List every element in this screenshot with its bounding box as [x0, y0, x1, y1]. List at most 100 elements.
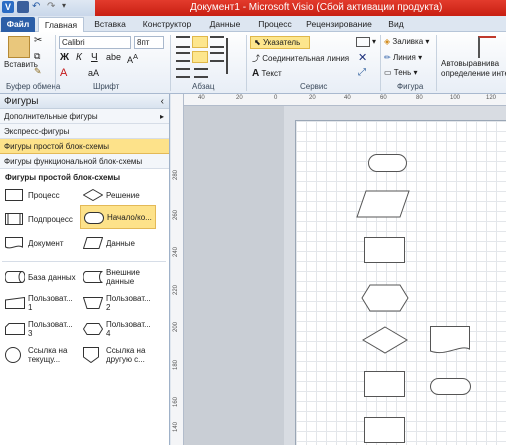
- shape-label: Документ: [28, 239, 64, 248]
- shape-label-line-2: другую с...: [106, 355, 145, 364]
- strikethrough-icon[interactable]: abe: [106, 52, 121, 62]
- auto-align-label-2[interactable]: определение инте: [441, 69, 506, 78]
- ribbon: Вставить ✂ ⧉ ✎ Буфер обмена Calibri 8пт …: [0, 32, 506, 94]
- line-button[interactable]: ✏ Линия ▾: [384, 53, 422, 62]
- shape-custom-2[interactable]: Пользоват... 2: [80, 293, 160, 317]
- shape-database[interactable]: База данных: [2, 267, 82, 291]
- shape-label-line-1: Пользоват...: [106, 294, 151, 303]
- bullets-icon[interactable]: [176, 68, 190, 78]
- align-right-top-icon[interactable]: [210, 36, 224, 48]
- rectangle-tool-icon[interactable]: [356, 37, 370, 47]
- shape-label: Ссылка на текущу...: [28, 346, 67, 364]
- auto-align-label-1[interactable]: Автовыравнива: [441, 59, 499, 68]
- shape-label: Решение: [106, 191, 140, 200]
- shape-label: Внешние данные: [106, 268, 140, 286]
- hruler-tick: 120: [486, 95, 497, 101]
- font-size-box[interactable]: 8пт: [134, 36, 164, 49]
- redo-icon[interactable]: ↷: [47, 1, 59, 13]
- vruler-tick: 240: [173, 246, 180, 258]
- off-page-reference-shape-icon: [83, 347, 99, 363]
- font-name-box[interactable]: Calibri: [59, 36, 131, 49]
- shape-subprocess[interactable]: Подпроцесс: [2, 209, 82, 233]
- shape-external-data[interactable]: Внешние данные: [80, 267, 160, 291]
- start-end-shape-icon: [84, 212, 104, 224]
- align-center-icon[interactable]: [192, 51, 208, 63]
- cut-icon[interactable]: ✂: [34, 35, 42, 46]
- text-tool-button[interactable]: A Текст: [252, 68, 282, 79]
- shape-custom-4[interactable]: Пользоват... 4: [80, 319, 160, 343]
- font-color-icon[interactable]: A: [60, 67, 67, 79]
- indent-icon[interactable]: [194, 68, 208, 78]
- shape-on-page-reference[interactable]: Ссылка на текущу...: [2, 345, 82, 369]
- shape-label: Пользоват... 4: [106, 320, 151, 338]
- underline-icon[interactable]: Ч: [91, 52, 98, 63]
- quick-access-toolbar: V ↶ ↷ ▾: [2, 1, 74, 13]
- undo-icon[interactable]: ↶: [32, 1, 44, 13]
- font-grow-icon[interactable]: AA: [127, 52, 138, 65]
- paste-icon[interactable]: [8, 36, 30, 58]
- shape-start-end[interactable]: Начало/ко...: [80, 205, 156, 229]
- rectangle-dropdown-icon[interactable]: ▾: [372, 37, 376, 46]
- align-left-icon[interactable]: [176, 52, 190, 62]
- clipboard-group-label: Буфер обмена: [6, 82, 61, 91]
- italic-icon[interactable]: К: [76, 52, 82, 63]
- tab-review[interactable]: Рецензирование: [302, 17, 376, 32]
- save-icon[interactable]: [17, 1, 29, 13]
- custom-4-shape-icon: [83, 323, 103, 335]
- quick-shapes-item[interactable]: Экспресс-фигуры: [0, 124, 169, 139]
- title-bar: V ↶ ↷ ▾ Документ1 - Microsoft Visio (Сбо…: [0, 0, 506, 16]
- bold-icon[interactable]: Ж: [60, 52, 69, 63]
- more-shapes-item[interactable]: Дополнительные фигуры ▸: [0, 109, 169, 124]
- separator: [436, 35, 437, 91]
- pointer-tool-button[interactable]: ⬉ Указатель: [250, 36, 310, 49]
- align-top-icon[interactable]: [192, 36, 208, 48]
- shape-label: Пользоват... 3: [28, 320, 73, 338]
- tab-home[interactable]: Главная: [38, 17, 84, 32]
- more-shapes-label: Дополнительные фигуры: [4, 112, 98, 121]
- custom-1-shape-icon: [5, 297, 25, 309]
- vruler-tick: 180: [173, 359, 180, 371]
- basic-flowchart-stencil-item[interactable]: Фигуры простой блок-схемы: [0, 139, 169, 154]
- shape-label: Подпроцесс: [28, 215, 73, 224]
- tab-insert[interactable]: Вставка: [88, 17, 132, 32]
- tab-view[interactable]: Вид: [382, 17, 410, 32]
- shape-custom-1[interactable]: Пользоват... 1: [2, 293, 82, 317]
- custom-2-shape-icon: [83, 297, 103, 309]
- shape-custom-3[interactable]: Пользоват... 3: [2, 319, 82, 343]
- tab-process[interactable]: Процесс: [253, 17, 297, 32]
- subprocess-shape-icon: [5, 213, 23, 225]
- shape-data[interactable]: Данные: [80, 233, 160, 257]
- copy-icon[interactable]: ⧉: [34, 51, 40, 62]
- ribbon-tabs: Файл Главная Вставка Конструктор Данные …: [0, 16, 506, 32]
- cross-functional-stencil-item[interactable]: Фигуры функциональной блок-схемы: [0, 154, 169, 169]
- fill-button[interactable]: ◈ Заливка ▾: [384, 37, 429, 46]
- line-tool-icon[interactable]: ⤢: [358, 67, 366, 78]
- align-right-icon[interactable]: [210, 52, 224, 62]
- shadow-button[interactable]: ▭ Тень ▾: [384, 68, 418, 77]
- shape-document[interactable]: Документ: [2, 233, 82, 257]
- flowchart-diagram: [356, 154, 471, 443]
- flow-shape-process-3: [364, 417, 405, 443]
- drawing-canvas[interactable]: [184, 106, 506, 445]
- connection-point-icon[interactable]: ✕: [358, 51, 367, 64]
- drawing-page[interactable]: [295, 120, 506, 445]
- separator: [170, 35, 171, 91]
- format-painter-icon[interactable]: ✎: [34, 66, 42, 77]
- shapes-panel-title: Фигуры: [4, 96, 39, 107]
- text-direction-icon[interactable]: [226, 38, 240, 74]
- paste-button[interactable]: Вставить: [4, 60, 38, 69]
- shape-off-page-reference[interactable]: Ссылка на другую с...: [80, 345, 160, 369]
- tab-data[interactable]: Данные: [203, 17, 247, 32]
- tab-design[interactable]: Конструктор: [138, 17, 196, 32]
- separator: [246, 35, 247, 91]
- hruler-tick: 40: [198, 95, 205, 101]
- shape-process[interactable]: Процесс: [2, 185, 82, 209]
- align-left-top-icon[interactable]: [176, 36, 190, 48]
- connector-tool-button[interactable]: ⤴ Соединительная линия: [252, 53, 349, 64]
- text-size-icon[interactable]: aA: [88, 68, 99, 78]
- shape-label-line-2: 1: [28, 303, 33, 312]
- auto-align-icon[interactable]: [478, 36, 496, 58]
- tab-file[interactable]: Файл: [1, 17, 35, 32]
- customize-qat-icon[interactable]: ▾: [62, 1, 74, 13]
- collapse-panel-icon[interactable]: ‹: [161, 96, 164, 107]
